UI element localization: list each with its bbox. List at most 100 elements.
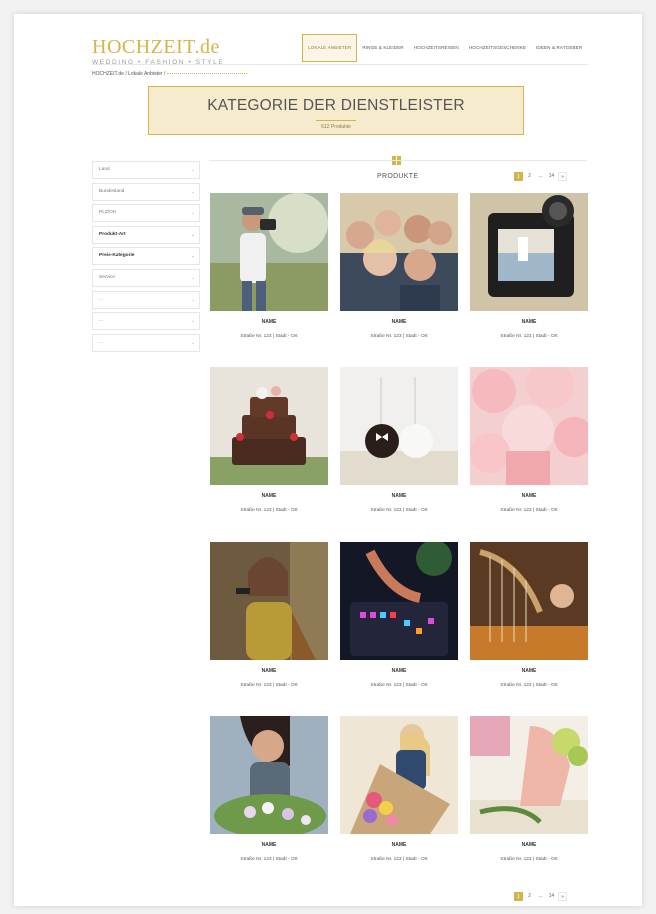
product-card[interactable]: NAME Straße Nr. 123 | Stadt - Ort <box>470 542 588 688</box>
chevron-down-icon: ⌄ <box>190 296 195 303</box>
page-1[interactable]: 1 <box>514 172 523 181</box>
product-card[interactable]: NAME Straße Nr. 123 | Stadt - Ort <box>470 716 588 862</box>
camera-screen-photo[interactable] <box>470 193 588 311</box>
pagination-bottom: 1 2 ... 14 » <box>514 892 567 901</box>
product-card[interactable]: NAME Straße Nr. 123 | Stadt - Ort <box>340 193 458 339</box>
product-address: Straße Nr. 123 | Stadt - Ort <box>240 857 298 862</box>
product-card[interactable]: NAME Straße Nr. 123 | Stadt - Ort <box>340 542 458 688</box>
page-ellipsis: ... <box>538 893 543 899</box>
page-14[interactable]: 14 <box>547 892 556 901</box>
product-card[interactable]: NAME Straße Nr. 123 | Stadt - Ort <box>340 367 458 513</box>
product-address: Straße Nr. 123 | Stadt - Ort <box>500 683 558 688</box>
product-card[interactable]: NAME Straße Nr. 123 | Stadt - Ort <box>210 716 328 862</box>
nav-item-lokale-anbieter[interactable]: LOKALE ANBIETER <box>302 34 358 62</box>
product-name[interactable]: NAME <box>470 319 588 325</box>
page-ellipsis: ... <box>538 173 543 179</box>
product-card[interactable]: NAME Straße Nr. 123 | Stadt - Ort <box>210 542 328 688</box>
product-address: Straße Nr. 123 | Stadt - Ort <box>500 508 558 513</box>
filter-extra-3[interactable]: ... ⌄ <box>92 333 200 352</box>
product-card[interactable]: NAME Straße Nr. 123 | Stadt - Ort <box>470 193 588 339</box>
filter-label: ... <box>99 339 103 345</box>
product-address: Straße Nr. 123 | Stadt - Ort <box>240 508 298 513</box>
product-name[interactable]: NAME <box>470 668 588 674</box>
category-hero: KATEGORIE DER DIENSTLEISTER 612 Produkte <box>148 86 524 135</box>
main-nav: LOKALE ANBIETER RINGE & KLEIDER HOCHZEIT… <box>302 34 587 62</box>
product-name[interactable]: NAME <box>340 319 458 325</box>
product-address: Straße Nr. 123 | Stadt - Ort <box>240 334 298 339</box>
pagination-top: 1 2 ... 14 » <box>514 172 567 181</box>
chevron-down-icon: ⌄ <box>190 210 195 217</box>
product-name[interactable]: NAME <box>210 493 328 499</box>
florist-photo[interactable] <box>210 716 328 834</box>
product-name[interactable]: NAME <box>340 668 458 674</box>
filter-label: Land <box>99 167 110 172</box>
page: HOCHZEIT.de WEDDING • FASHION • STYLE LO… <box>14 14 642 906</box>
filter-produkt-art[interactable]: Produkt-Art ⌄ <box>92 225 200 244</box>
product-address: Straße Nr. 123 | Stadt - Ort <box>370 683 428 688</box>
product-name[interactable]: NAME <box>470 842 588 848</box>
filter-preis-kategorie[interactable]: Preis-Kategorie ⌄ <box>92 247 200 266</box>
site-logo[interactable]: HOCHZEIT.de WEDDING • FASHION • STYLE <box>92 36 224 66</box>
filter-bundesland[interactable]: Bundesland ⌄ <box>92 182 200 201</box>
product-name[interactable]: NAME <box>340 842 458 848</box>
product-name[interactable]: NAME <box>210 319 328 325</box>
product-name[interactable]: NAME <box>470 493 588 499</box>
page-title: KATEGORIE DER DIENSTLEISTER <box>207 97 465 114</box>
chevron-down-icon: ⌄ <box>190 188 195 195</box>
product-address: Straße Nr. 123 | Stadt - Ort <box>370 508 428 513</box>
product-address: Straße Nr. 123 | Stadt - Ort <box>500 334 558 339</box>
breadcrumb-dots <box>167 73 248 75</box>
page-2[interactable]: 2 <box>525 172 534 181</box>
product-name[interactable]: NAME <box>210 842 328 848</box>
filter-label: Preis-Kategorie <box>99 253 135 259</box>
product-address: Straße Nr. 123 | Stadt - Ort <box>370 334 428 339</box>
product-address: Straße Nr. 123 | Stadt - Ort <box>500 857 558 862</box>
hero-divider <box>316 120 356 121</box>
filter-extra-2[interactable]: ... ⌄ <box>92 312 200 331</box>
group-selfie-photo[interactable] <box>340 193 458 311</box>
filter-service[interactable]: Service ⌄ <box>92 268 200 287</box>
filter-label: ... <box>99 318 103 324</box>
nav-item-hochzeitsreisen[interactable]: HOCHZEITSREISEN <box>409 34 464 62</box>
product-card[interactable]: NAME Straße Nr. 123 | Stadt - Ort <box>470 367 588 513</box>
nav-item-hochzeitsgeschenke[interactable]: HOCHZEITSGESCHENKE <box>464 34 531 62</box>
filter-label: Bundesland <box>99 188 125 194</box>
product-count: 612 Produkte <box>321 124 351 130</box>
product-card[interactable]: NAME Straße Nr. 123 | Stadt - Ort <box>340 716 458 862</box>
page-2[interactable]: 2 <box>525 892 534 901</box>
next-page-button[interactable]: » <box>558 892 567 901</box>
photographer-photo[interactable] <box>210 193 328 311</box>
page-1[interactable]: 1 <box>514 892 523 901</box>
chevron-down-icon: ⌄ <box>190 231 195 238</box>
filter-land[interactable]: Land ⌄ <box>92 161 200 179</box>
logo-text: HOCHZEIT.de <box>92 36 220 58</box>
product-name[interactable]: NAME <box>340 493 458 499</box>
nav-item-ideen-ratgeber[interactable]: IDEEN & RATGEBER <box>531 34 587 62</box>
products-heading: PRODUKTE <box>377 173 419 180</box>
product-card[interactable]: NAME Straße Nr. 123 | Stadt - Ort <box>210 367 328 513</box>
filter-label: Service <box>99 274 115 280</box>
chevron-down-icon: ⌄ <box>190 253 195 260</box>
filter-plz-ort[interactable]: PLZ/Ort ⌄ <box>92 204 200 223</box>
chevron-down-icon: ⌄ <box>190 274 195 281</box>
product-name[interactable]: NAME <box>210 668 328 674</box>
singer-photo[interactable] <box>210 542 328 660</box>
harp-photo[interactable] <box>470 542 588 660</box>
chevron-down-icon: ⌄ <box>190 167 195 173</box>
nav-item-ringe-kleider[interactable]: RINGE & KLEIDER <box>357 34 408 62</box>
wedding-cake-photo[interactable] <box>210 367 328 485</box>
flower-shop-photo[interactable] <box>470 716 588 834</box>
cake-pops-photo[interactable] <box>340 367 458 485</box>
next-page-button[interactable]: » <box>558 172 567 181</box>
page-14[interactable]: 14 <box>547 172 556 181</box>
filter-sidebar: Land ⌄ Bundesland ⌄ PLZ/Ort ⌄ Produkt-Art ⌄ … <box>92 161 200 355</box>
cupcakes-photo[interactable] <box>470 367 588 485</box>
dj-mixer-photo[interactable] <box>340 542 458 660</box>
grid-view-icon[interactable] <box>392 156 401 165</box>
filter-label: ... <box>99 296 103 302</box>
breadcrumb-text[interactable]: HOCHZEIT.de / Lokale Anbieter / <box>92 71 165 77</box>
product-card[interactable]: NAME Straße Nr. 123 | Stadt - Ort <box>210 193 328 339</box>
filter-extra-1[interactable]: ... ⌄ <box>92 290 200 309</box>
flower-bouquet-photo[interactable] <box>340 716 458 834</box>
filter-label: Produkt-Art <box>99 231 126 237</box>
